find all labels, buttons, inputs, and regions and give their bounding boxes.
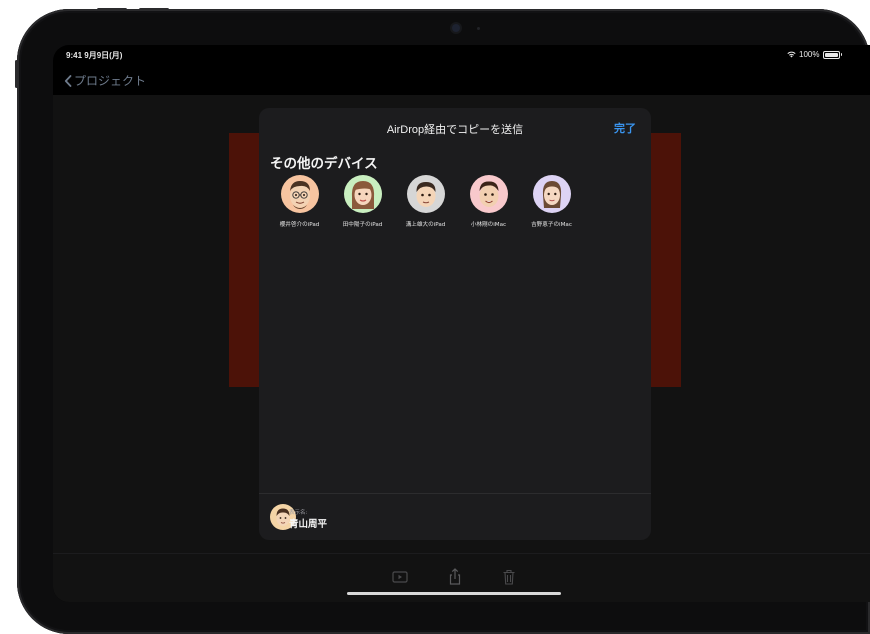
chevron-left-icon [64,74,72,87]
status-clock: 9:41 [66,51,83,60]
memoji-avatar [343,175,382,213]
side-button [15,60,18,88]
done-button[interactable]: 完了 [614,120,636,136]
device-name: 田中陽子のiPad [342,222,383,228]
camera-sensor [477,27,480,30]
device-item[interactable]: 溝上雄大のiPad [394,175,457,228]
sheet-footer: 表示名: 青山周平 [259,493,651,540]
battery-tip [840,53,842,56]
volume-button-top-2 [139,8,169,11]
device-name: 吉野恵子のiMac [531,222,572,228]
memoji-avatar [406,175,445,213]
volume-button-top [97,8,127,11]
memoji-avatar [280,175,319,213]
device-name: 小林剛のiMac [470,222,507,228]
device-list: 櫻井啓介のiPad 田中陽子のiPad 溝上雄大のiPad 小林剛のiMac 吉… [268,175,583,228]
memoji-avatar [469,175,508,213]
status-date: 9月9日(月) [84,51,123,60]
home-indicator[interactable] [347,592,561,595]
device-name: 溝上雄大のiPad [405,222,446,228]
device-item[interactable]: 小林剛のiMac [457,175,520,228]
battery-percent: 100% [799,50,820,59]
front-camera [452,24,460,32]
sheet-header: AirDrop経由でコピーを送信 完了 [259,108,651,146]
trash-icon[interactable] [499,567,519,587]
device-item[interactable]: 吉野恵子のiMac [520,175,583,228]
play-icon[interactable] [390,567,410,587]
navigation-bar: プロジェクト [53,63,870,95]
device-item[interactable]: 櫻井啓介のiPad [268,175,331,228]
sheet-title: AirDrop経由でコピーを送信 [386,124,524,136]
section-title: その他のデバイス [270,156,378,172]
battery-icon [822,50,840,59]
screen: 9:41 9月9日(月) 100% プロジェクト AirDrop経由でコピーを送… [53,45,870,602]
display-name-label: 表示名: [289,510,308,516]
share-icon[interactable] [445,567,465,587]
device-name: 櫻井啓介のiPad [279,222,320,228]
airdrop-sheet: AirDrop経由でコピーを送信 完了 その他のデバイス 櫻井啓介のiPad 田… [259,108,651,540]
memoji-avatar [532,175,571,213]
device-item[interactable]: 田中陽子のiPad [331,175,394,228]
status-bar: 9:41 9月9日(月) 100% [53,45,870,63]
back-label: プロジェクト [74,74,147,88]
display-name: 青山周平 [289,519,328,530]
status-time: 9:41 9月9日(月) [66,50,122,61]
back-button[interactable]: プロジェクト [64,72,146,89]
wifi-icon [787,51,796,58]
status-indicators: 100% [787,50,842,59]
